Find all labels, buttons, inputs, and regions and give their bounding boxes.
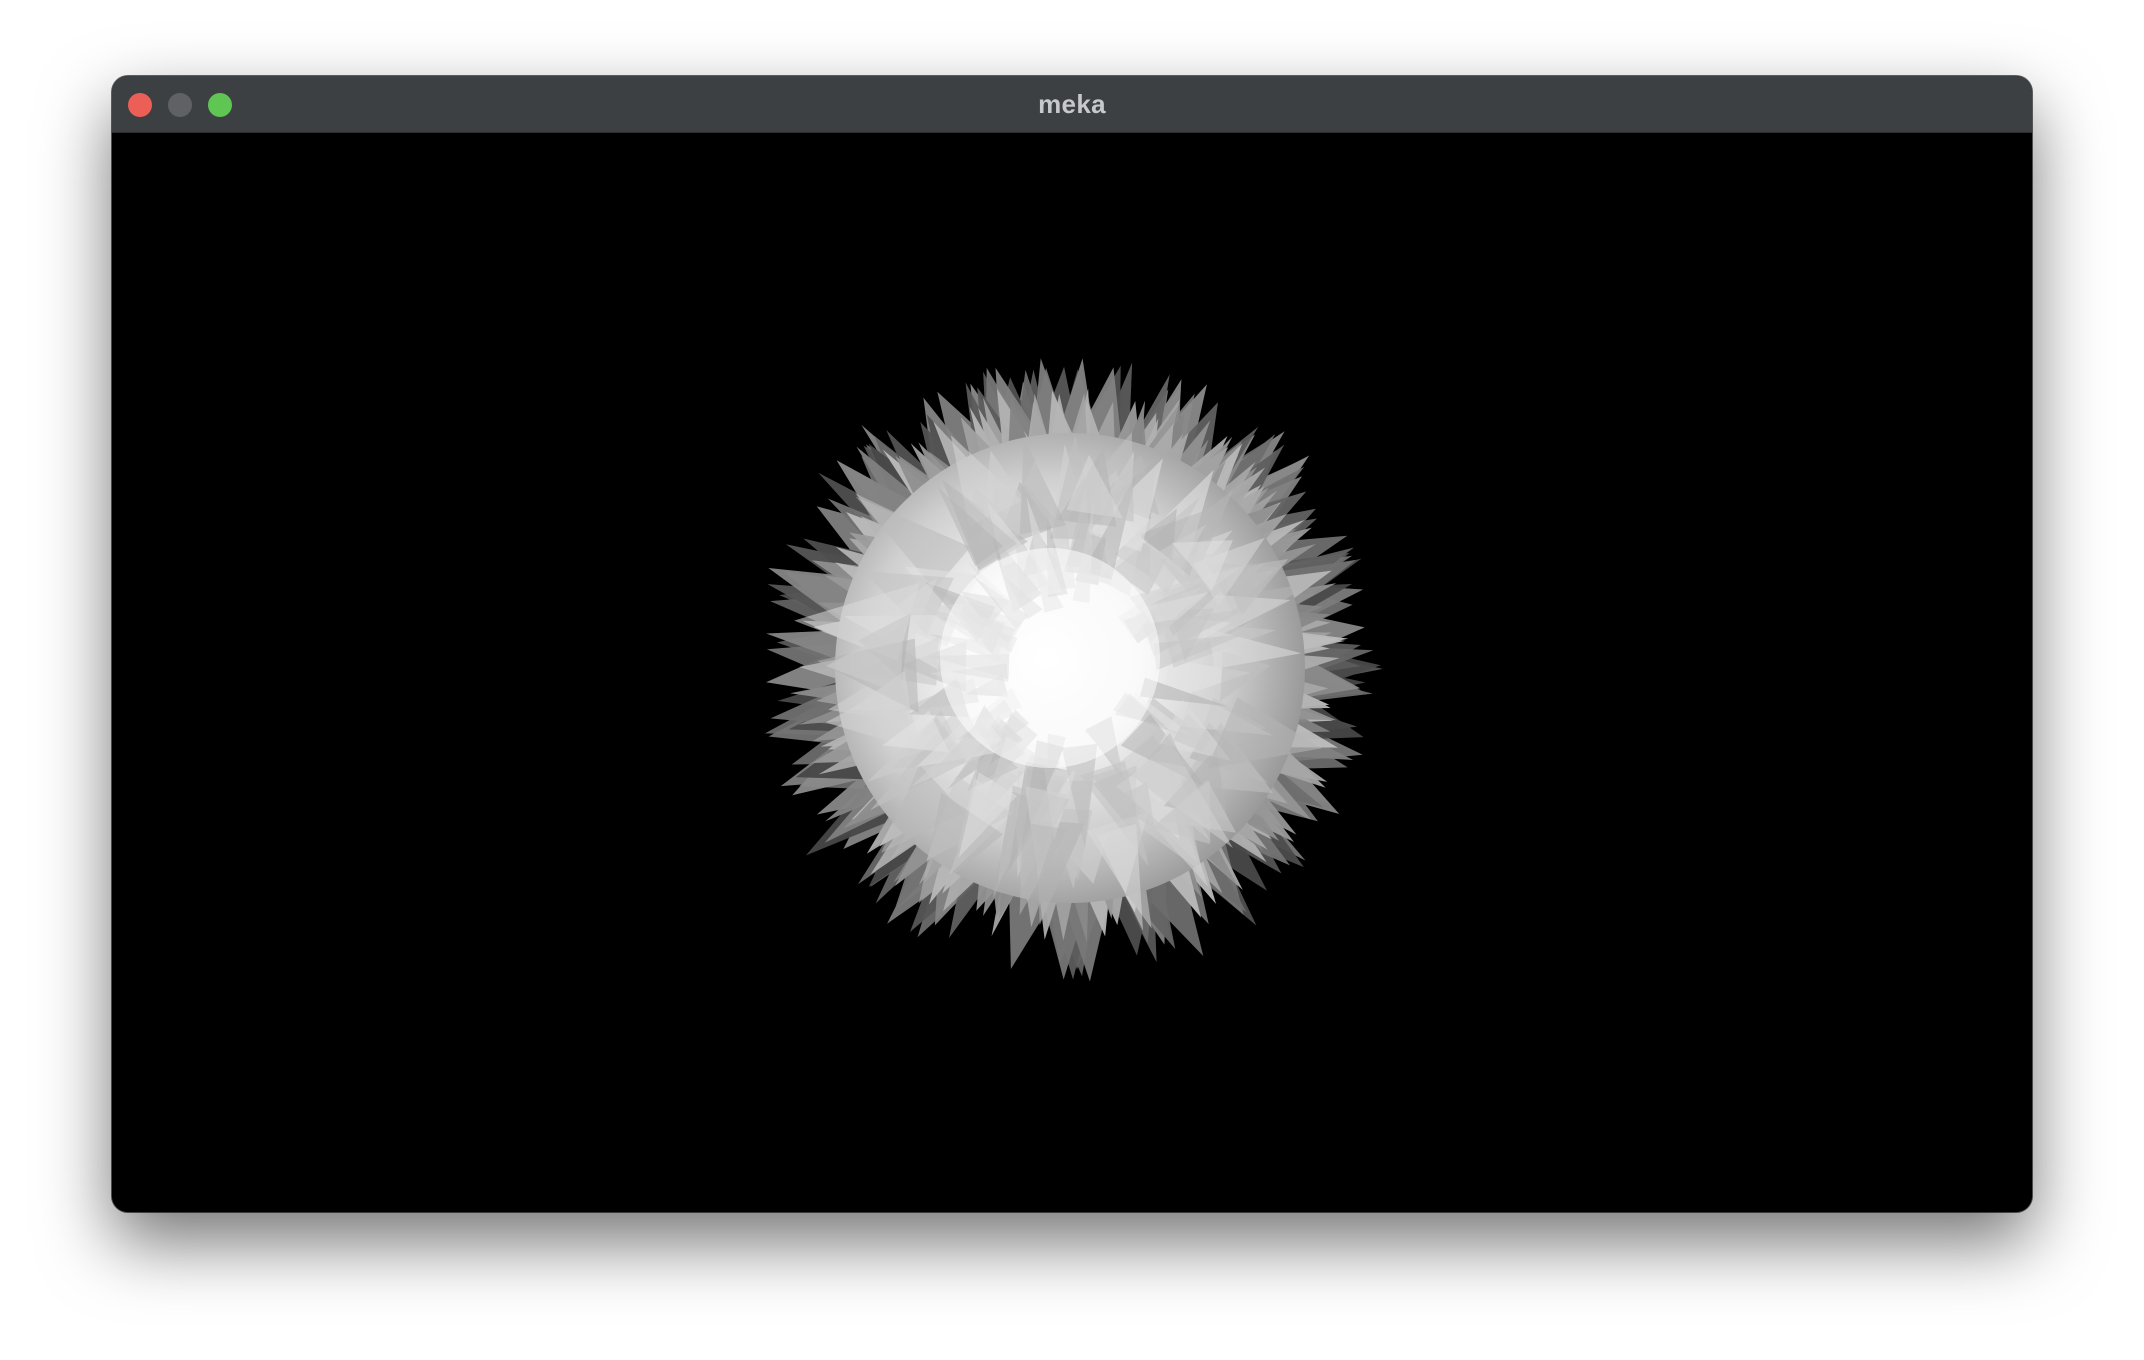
window-title: meka (1038, 89, 1106, 119)
app-window: meka (112, 76, 2032, 1212)
title-bar[interactable]: meka (112, 76, 2032, 133)
render-canvas[interactable] (112, 133, 2032, 1212)
spiky-sphere-render (764, 358, 1383, 982)
sphere-highlight (940, 548, 1160, 768)
